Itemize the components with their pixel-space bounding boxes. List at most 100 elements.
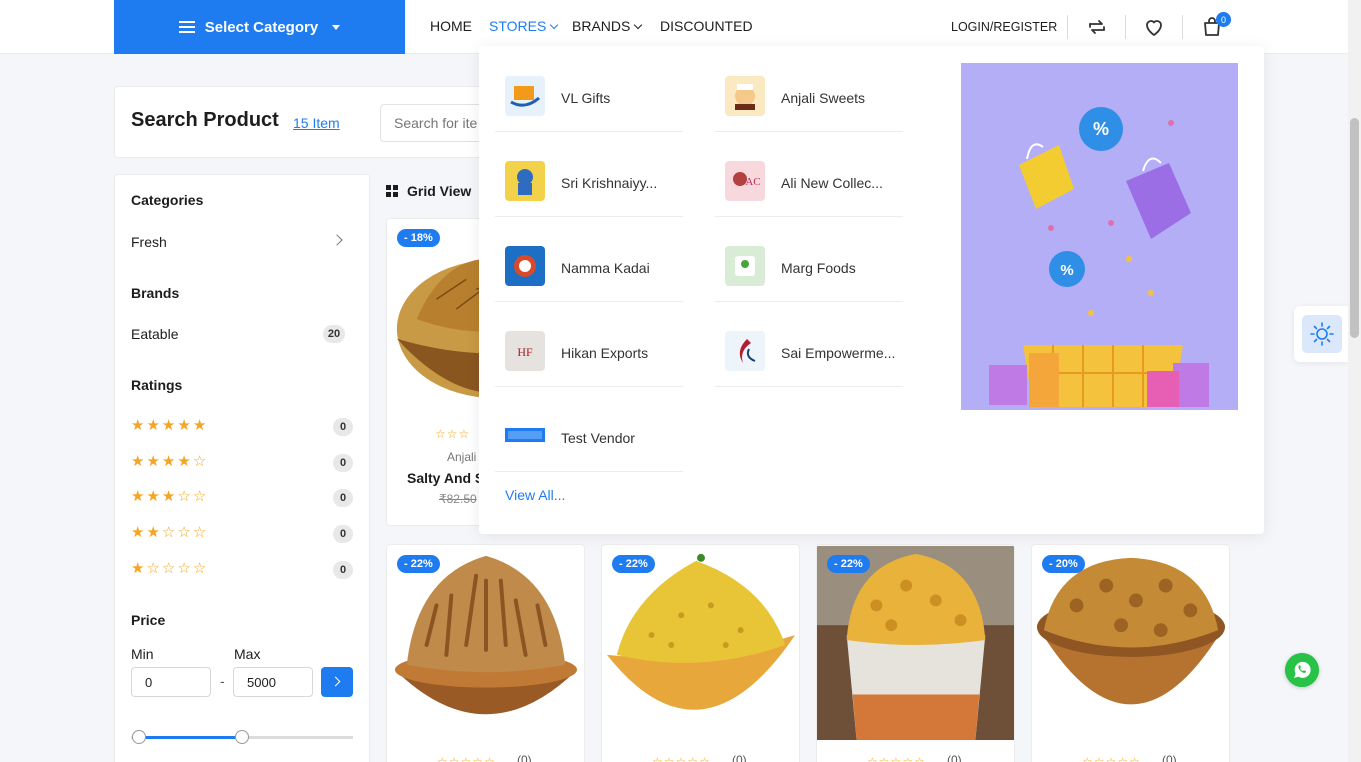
category-item-fresh[interactable]: Fresh — [131, 234, 345, 250]
min-price-input[interactable] — [131, 667, 211, 697]
rating-filter-1[interactable]: ★ ☆ ☆ ☆ ☆ — [131, 561, 206, 577]
store-item-anjali-sweets[interactable]: Anjali Sweets — [715, 46, 903, 132]
slider-max-handle[interactable] — [235, 730, 249, 744]
product-card[interactable]: - 22% ☆ ☆ ☆ ☆ ☆ (0) — [386, 544, 585, 762]
stores-dropdown-menu: VL Gifts Sri Krishnaiyy... Namma Kadai H… — [479, 46, 1264, 534]
store-item-sri-krishnaiyy[interactable]: Sri Krishnaiyy... — [495, 131, 683, 217]
grid-view-toggle[interactable]: Grid View — [386, 183, 471, 199]
slider-min-handle[interactable] — [132, 730, 146, 744]
product-rating: ☆ ☆ ☆ — [435, 427, 469, 441]
star-filled-icon: ★ — [177, 453, 191, 470]
nav-stores[interactable]: STORES — [489, 18, 572, 34]
store-item-vl-gifts[interactable]: VL Gifts — [495, 46, 683, 132]
star-empty-icon: ☆ — [177, 488, 191, 505]
caret-down-icon — [332, 24, 341, 30]
rating-count-badge: 0 — [333, 525, 353, 543]
star-empty-icon: ☆ — [448, 755, 460, 762]
main-nav: HOME STORES BRANDS DISCOUNTED — [430, 18, 753, 34]
star-empty-icon: ☆ — [1105, 755, 1117, 762]
nav-brands[interactable]: BRANDS — [572, 18, 660, 34]
store-item-sai-empowerment[interactable]: Sai Empowerme... — [715, 301, 903, 387]
page-scrollbar[interactable] — [1348, 0, 1361, 762]
rating-filter-3[interactable]: ★ ★ ★ ☆ ☆ — [131, 489, 206, 505]
star-empty-icon: ☆ — [435, 427, 446, 441]
product-rating: ☆ ☆ ☆ ☆ ☆ — [867, 755, 925, 762]
star-empty-icon: ☆ — [177, 524, 191, 541]
item-count-link[interactable]: 15 Item — [293, 115, 340, 131]
rating-filter-5[interactable]: ★ ★ ★ ★ ★ — [131, 418, 206, 434]
product-name[interactable]: Salty And S — [407, 470, 484, 486]
max-price-input[interactable] — [233, 667, 313, 697]
scrollbar-thumb[interactable] — [1350, 118, 1359, 338]
star-filled-icon: ★ — [146, 524, 160, 541]
rating-filter-4[interactable]: ★ ★ ★ ★ ☆ — [131, 454, 206, 470]
whatsapp-icon[interactable] — [1285, 653, 1319, 687]
star-empty-icon: ☆ — [437, 755, 448, 762]
store-logo — [725, 76, 765, 116]
star-empty-icon: ☆ — [1093, 755, 1105, 762]
star-empty-icon: ☆ — [458, 427, 470, 441]
nav-home[interactable]: HOME — [430, 18, 489, 34]
compare-icon[interactable] — [1085, 15, 1109, 39]
grid-icon — [386, 185, 398, 197]
store-logo: HF — [505, 331, 545, 371]
discount-badge: - 22% — [827, 555, 870, 573]
star-empty-icon: ☆ — [675, 755, 687, 762]
grid-view-label: Grid View — [407, 183, 472, 199]
menu-icon — [178, 21, 195, 33]
star-empty-icon: ☆ — [652, 755, 663, 762]
store-item-test-vendor[interactable]: Test Vendor — [495, 386, 683, 472]
view-all-stores-link[interactable]: View All... — [505, 487, 565, 503]
chevron-down-icon — [634, 20, 643, 29]
product-old-price: ₹82.50 — [439, 492, 477, 506]
product-image — [394, 555, 578, 715]
product-card[interactable]: - 22% ☆ ☆ ☆ ☆ ☆ (0) — [816, 544, 1015, 762]
store-name: VL Gifts — [561, 90, 611, 106]
slider-fill — [139, 736, 242, 739]
star-empty-icon: ☆ — [902, 755, 914, 762]
rating-count: (0) — [1162, 753, 1177, 762]
star-filled-icon: ★ — [131, 417, 145, 434]
product-image — [817, 545, 1014, 741]
store-item-ali-new-collection[interactable]: AC Ali New Collec... — [715, 131, 903, 217]
store-name: Sri Krishnaiyy... — [561, 175, 658, 191]
select-category-button[interactable]: Select Category — [114, 0, 405, 54]
divider — [1125, 15, 1126, 39]
price-apply-button[interactable] — [321, 667, 353, 697]
page-title: Search Product — [131, 109, 279, 131]
star-empty-icon: ☆ — [192, 524, 207, 541]
product-card[interactable]: - 22% ☆ ☆ ☆ ☆ ☆ (0) — [601, 544, 800, 762]
star-empty-icon: ☆ — [867, 755, 878, 762]
star-empty-icon: ☆ — [161, 560, 176, 577]
nav-discounted[interactable]: DISCOUNTED — [660, 18, 753, 34]
svg-text:HF: HF — [517, 345, 533, 359]
store-item-marg-foods[interactable]: Marg Foods — [715, 216, 903, 302]
max-label: Max — [234, 646, 261, 662]
star-empty-icon: ☆ — [687, 755, 699, 762]
brand-item-eatable[interactable]: Eatable 20 — [131, 325, 345, 343]
login-register-link[interactable]: LOGIN/REGISTER — [951, 20, 1057, 34]
discount-badge: - 22% — [397, 555, 440, 573]
store-logo — [725, 246, 765, 286]
discount-badge: - 20% — [1042, 555, 1085, 573]
divider — [1182, 15, 1183, 39]
star-empty-icon: ☆ — [192, 560, 207, 577]
star-empty-icon: ☆ — [177, 560, 191, 577]
star-empty-icon: ☆ — [699, 755, 710, 762]
filter-sidebar: Categories Fresh Brands Eatable 20 Ratin… — [114, 174, 370, 762]
star-filled-icon: ★ — [161, 488, 176, 505]
product-card[interactable]: - 20% ☆ ☆ ☆ ☆ ☆ (0) — [1031, 544, 1230, 762]
star-filled-icon: ★ — [146, 488, 160, 505]
store-item-hikan-exports[interactable]: HF Hikan Exports — [495, 301, 683, 387]
chevron-right-icon — [331, 234, 343, 246]
store-item-namma-kadai[interactable]: Namma Kadai — [495, 216, 683, 302]
price-range-slider[interactable] — [131, 730, 353, 744]
star-filled-icon: ★ — [161, 417, 176, 434]
star-empty-icon: ☆ — [663, 755, 675, 762]
heart-icon[interactable] — [1142, 15, 1166, 39]
store-name: Test Vendor — [561, 430, 635, 446]
sun-icon — [1310, 322, 1334, 346]
theme-toggle-button[interactable] — [1294, 306, 1348, 362]
rating-filter-2[interactable]: ★ ★ ☆ ☆ ☆ — [131, 525, 206, 541]
star-empty-icon: ☆ — [1082, 755, 1093, 762]
